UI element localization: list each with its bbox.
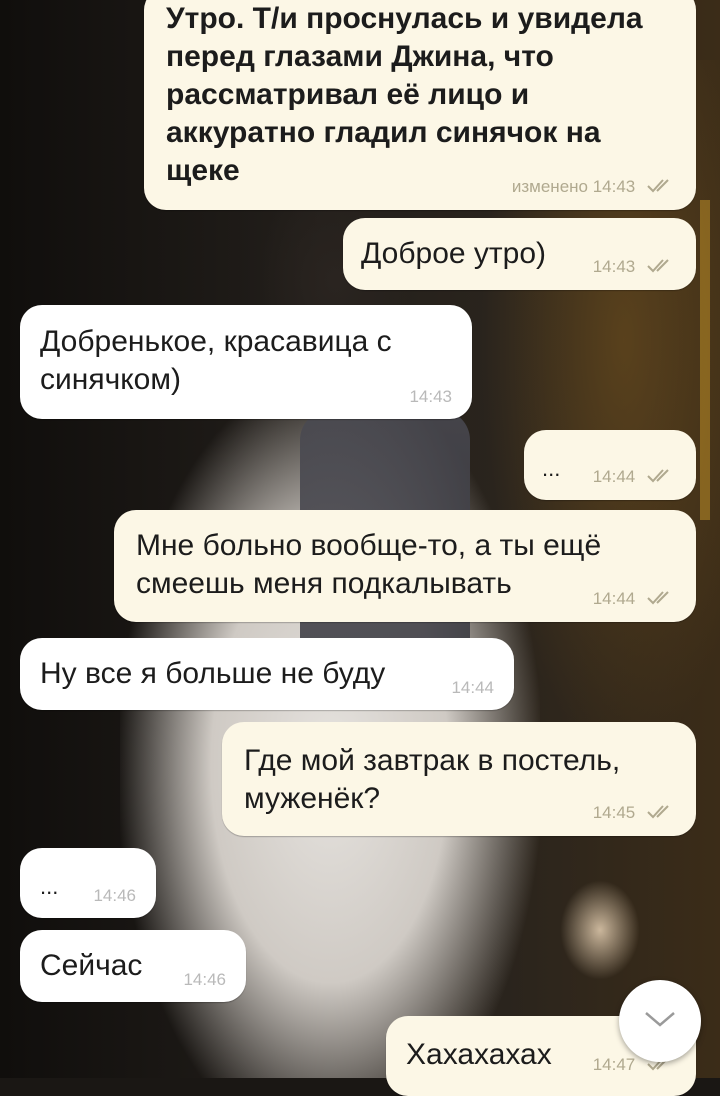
message-text: Мне больно вообще-то, а ты ещё смеешь ме…	[136, 529, 602, 600]
message-meta: 14:44	[451, 678, 494, 698]
message-bubble-outgoing[interactable]: Мне больно вообще-то, а ты ещё смеешь ме…	[114, 510, 696, 622]
scroll-to-bottom-button[interactable]	[619, 980, 701, 1062]
message-meta: 14:45	[593, 803, 676, 824]
double-check-icon	[646, 803, 676, 824]
message-bubble-incoming[interactable]: Добренькое, красавица с синячком) 14:43	[20, 305, 472, 419]
message-bubble-incoming[interactable]: Ну все я больше не буду 14:44	[20, 638, 514, 710]
message-meta: 14:46	[183, 970, 226, 990]
message-meta: 14:44	[593, 589, 676, 610]
message-bubble-outgoing[interactable]: Утро. Т/и проснулась и увидела перед гла…	[144, 0, 696, 210]
message-time: 14:45	[592, 802, 636, 822]
double-check-icon	[646, 589, 676, 610]
message-text: Ну все я больше не буду	[40, 657, 386, 690]
double-check-icon	[646, 177, 676, 198]
message-time: 14:46	[183, 970, 226, 989]
message-bubble-incoming[interactable]: Сейчас 14:46	[20, 930, 246, 1002]
double-check-icon	[646, 467, 676, 488]
message-bubble-outgoing[interactable]: ... 14:44	[524, 430, 696, 500]
chevron-down-icon	[643, 1009, 677, 1034]
message-time: 14:43	[592, 256, 636, 276]
message-time: 14:44	[451, 678, 494, 697]
message-meta: 14:44	[593, 467, 676, 488]
message-time: 14:44	[592, 588, 636, 608]
message-text: Добренькое, красавица с синячком)	[40, 325, 392, 396]
message-meta: 14:43	[593, 257, 676, 278]
double-check-icon	[646, 257, 676, 278]
message-bubble-incoming[interactable]: ... 14:46	[20, 848, 156, 918]
message-time: 14:44	[592, 466, 636, 486]
message-time: 14:46	[93, 886, 136, 905]
message-meta: 14:43	[409, 387, 452, 407]
message-time: изменено 14:43	[511, 176, 636, 196]
message-text: Утро. Т/и проснулась и увидела перед гла…	[166, 2, 643, 187]
message-time: 14:43	[409, 387, 452, 406]
message-meta: 14:46	[93, 886, 136, 906]
message-time: 14:47	[592, 1054, 636, 1074]
message-bubble-outgoing[interactable]: Где мой завтрак в постель, муженёк? 14:4…	[222, 722, 696, 836]
message-meta: изменено 14:43	[512, 177, 676, 198]
message-bubble-outgoing[interactable]: Доброе утро) 14:43	[343, 218, 696, 290]
